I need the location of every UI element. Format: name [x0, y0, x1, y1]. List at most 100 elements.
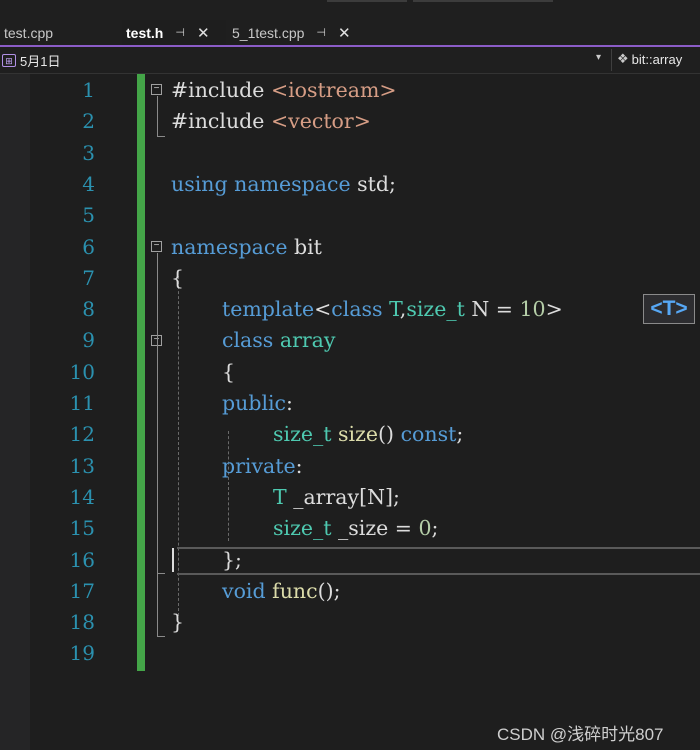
code-token: size — [338, 422, 379, 447]
code-token: } — [171, 610, 185, 635]
line-number: 4 — [82, 171, 95, 196]
code-token: array — [279, 328, 336, 353]
close-icon[interactable]: ✕ — [197, 24, 210, 42]
code-token: namespace — [234, 171, 351, 196]
code-line: T _array[N]; — [273, 485, 400, 509]
code-token: _array[N]; — [286, 484, 400, 509]
code-token: { — [171, 265, 185, 290]
code-token: private — [222, 453, 296, 478]
line-number: 10 — [69, 359, 95, 384]
document-tab-bar: test.cpp test.h ⊣ ✕ 5_1test.cpp ⊣ ✕ — [0, 20, 700, 45]
code-line: using namespace std; — [171, 172, 396, 196]
code-token: const — [400, 422, 457, 447]
change-tracking-bar — [137, 74, 145, 671]
code-line: template<class T,size_t N = 10> — [222, 297, 563, 321]
code-token: 10 — [519, 297, 546, 322]
code-token: > — [545, 297, 563, 322]
code-line: #include <iostream> — [171, 78, 397, 102]
line-number: 12 — [69, 422, 95, 447]
code-token: namespace — [171, 234, 288, 259]
line-number: 17 — [69, 578, 95, 603]
tab-label: test.h — [126, 24, 164, 41]
outline-line — [157, 347, 158, 573]
code-token: : — [295, 453, 303, 478]
line-number: 15 — [69, 516, 95, 541]
line-number: 14 — [69, 484, 95, 509]
fold-toggle-icon[interactable]: − — [151, 241, 162, 252]
code-token: #include — [171, 109, 271, 134]
line-number: 5 — [82, 203, 95, 228]
code-token: using — [171, 171, 228, 196]
toolbar-remnant — [327, 0, 407, 2]
line-number: 7 — [82, 265, 95, 290]
close-icon[interactable]: ✕ — [338, 24, 351, 42]
fold-toggle-icon[interactable]: − — [151, 84, 162, 95]
tab-5-1test-cpp[interactable]: 5_1test.cpp ⊣ ✕ — [228, 20, 373, 45]
chevron-down-icon[interactable]: ▾ — [596, 52, 601, 63]
pin-icon[interactable]: ⊣ — [175, 26, 185, 39]
code-token: public — [222, 391, 287, 415]
line-number: 8 — [82, 297, 95, 322]
code-line: size_t _size = 0; — [273, 516, 438, 540]
code-token: (); — [317, 578, 341, 603]
code-token: bit — [287, 234, 322, 259]
code-line: public: — [222, 391, 293, 415]
line-number: 2 — [82, 109, 95, 134]
code-token: class — [222, 328, 274, 353]
outline-line — [157, 636, 165, 637]
tab-label: test.cpp — [4, 24, 54, 41]
tab-test-h[interactable]: test.h ⊣ ✕ — [122, 20, 226, 45]
code-line: { — [222, 360, 235, 384]
current-line-highlight — [177, 547, 700, 575]
code-line: void func(); — [222, 579, 341, 603]
project-icon: ⊞ — [2, 54, 16, 67]
indent-guide — [228, 431, 229, 541]
toolbar-remnant — [413, 0, 553, 2]
code-token: #include — [171, 78, 271, 102]
code-token: T — [273, 484, 287, 509]
scope-label: 5月1日 — [20, 54, 61, 69]
line-number: 16 — [69, 547, 95, 572]
code-token: ; — [431, 516, 439, 541]
code-line: private: — [222, 454, 303, 478]
line-number: 19 — [69, 641, 95, 666]
watermark-text: CSDN @浅碎时光807 — [497, 725, 664, 744]
code-line: #include <vector> — [171, 109, 371, 133]
code-token: _size = — [331, 516, 419, 541]
code-token: 0 — [418, 516, 432, 541]
line-number: 11 — [69, 391, 95, 415]
code-token: < — [314, 297, 332, 322]
line-number: 9 — [82, 328, 95, 353]
code-token: T — [389, 297, 400, 322]
code-token: : — [286, 391, 293, 415]
code-token: class — [331, 297, 383, 322]
template-hint-badge[interactable]: <T> — [643, 294, 695, 324]
line-number: 3 — [82, 140, 95, 165]
code-token: func — [272, 578, 318, 603]
outline-line — [157, 136, 165, 137]
navigation-bar: ⊞ 5月1日 ▾ ❖ bit::array — [0, 47, 700, 74]
code-line: { — [171, 266, 184, 290]
code-token: size_t — [406, 297, 465, 322]
outline-line — [157, 573, 165, 574]
tab-label: 5_1test.cpp — [232, 24, 305, 41]
window-top-strip — [0, 0, 700, 20]
code-token: template — [222, 297, 315, 322]
code-token: { — [222, 359, 236, 384]
member-dropdown[interactable]: ❖ bit::array — [617, 51, 682, 67]
code-token: <vector> — [270, 109, 371, 134]
code-token: std; — [350, 171, 396, 196]
code-editor[interactable]: 1 2 3 4 5 6 7 8 9 10 11 12 13 14 15 16 17 18 19 − − − #inc… — [0, 74, 700, 750]
class-icon: ❖ — [617, 51, 629, 66]
pin-icon[interactable]: ⊣ — [316, 26, 326, 39]
tab-test-cpp[interactable]: test.cpp — [0, 20, 120, 45]
code-token: size_t — [273, 422, 332, 447]
code-token: N = — [464, 297, 520, 322]
code-token: size_t — [273, 516, 332, 541]
scope-dropdown[interactable]: ⊞ 5月1日 — [2, 51, 60, 70]
member-label: bit::array — [631, 51, 683, 67]
code-line: namespace bit — [171, 235, 322, 259]
outline-line — [157, 96, 158, 137]
nav-separator — [611, 49, 612, 71]
line-number: 6 — [82, 234, 95, 259]
